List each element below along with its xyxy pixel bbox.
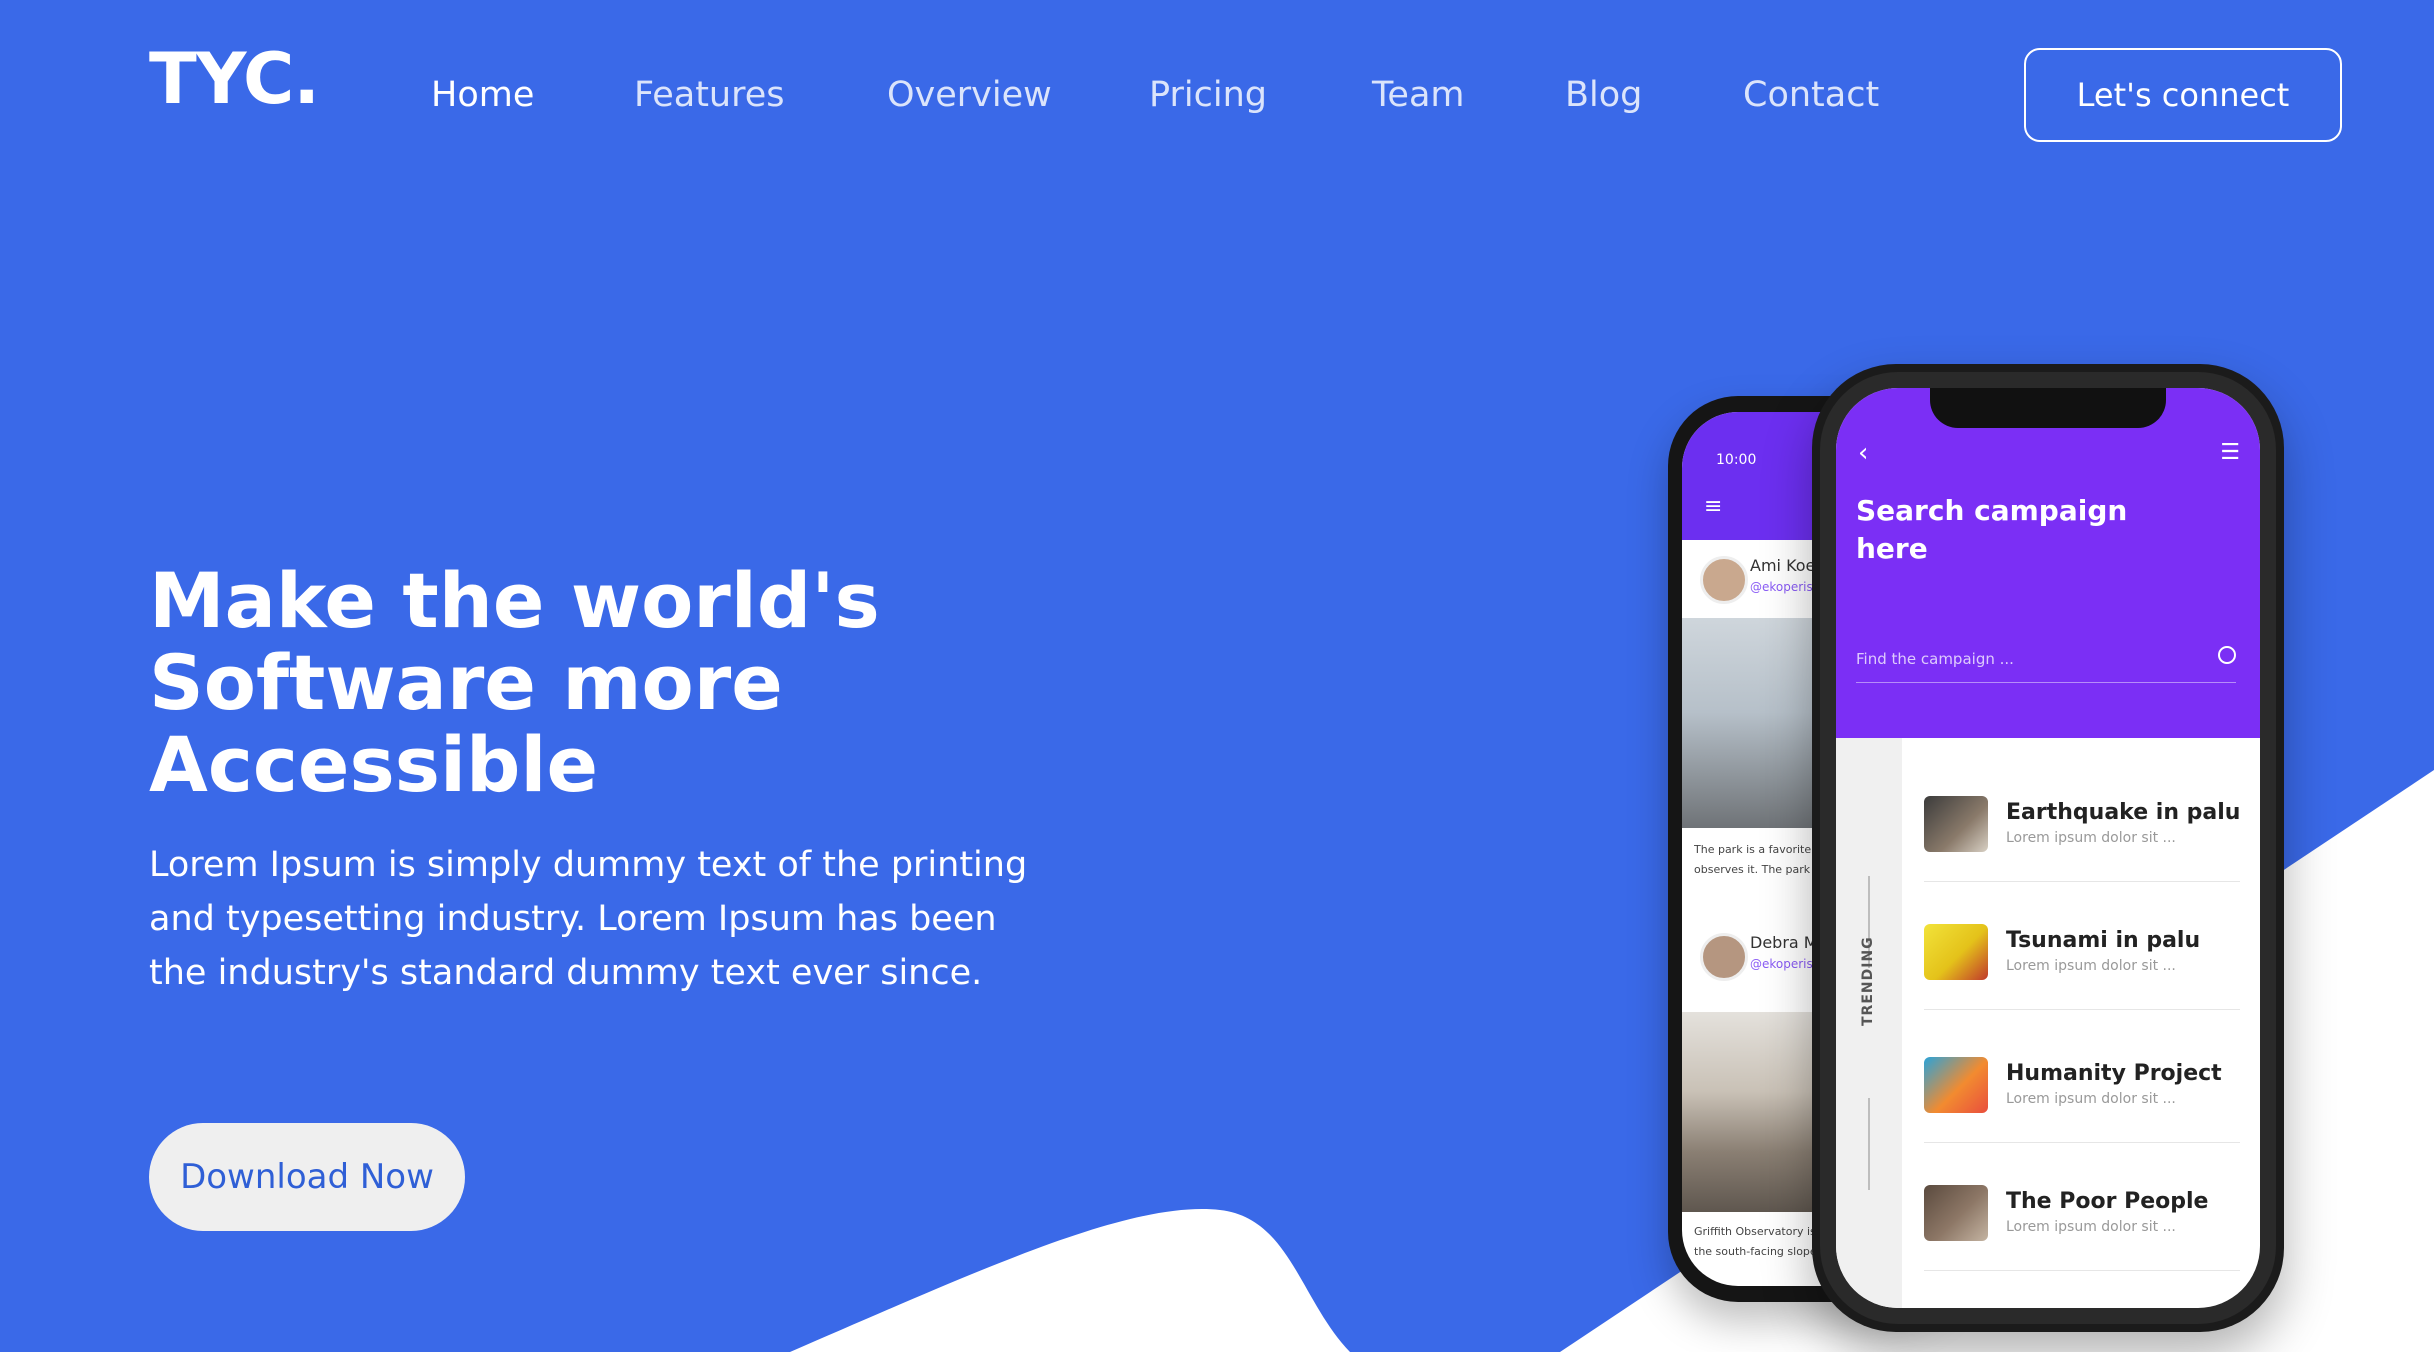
- campaign-subtitle: Lorem ipsum dolor sit ...: [2006, 1219, 2176, 1235]
- campaign-title: Humanity Project: [2006, 1061, 2222, 1086]
- post-caption: The park is a favorite among ska: [1694, 843, 1824, 856]
- campaign-title: Earthquake in palu: [2006, 800, 2241, 825]
- search-icon: [2218, 646, 2236, 664]
- campaign-list-item: The Poor People Lorem ipsum dolor sit ..…: [1924, 1167, 2240, 1271]
- post-handle: @ekoperish: [1750, 580, 1821, 594]
- search-placeholder: Find the campaign ...: [1856, 650, 2014, 668]
- campaign-thumbnail: [1924, 796, 1988, 852]
- campaign-search-field: Find the campaign ...: [1856, 642, 2236, 683]
- list-divider: [1924, 1142, 2240, 1143]
- campaign-thumbnail: [1924, 924, 1988, 980]
- phone-notch: [1930, 388, 2166, 428]
- trending-label: TRENDING: [1860, 936, 1876, 1026]
- search-header: ‹ ☰ Search campaign here Find the campai…: [1836, 388, 2260, 738]
- nav-item-overview[interactable]: Overview: [887, 72, 1052, 118]
- campaign-thumbnail: [1924, 1057, 1988, 1113]
- nav-item-pricing[interactable]: Pricing: [1149, 72, 1267, 118]
- hamburger-icon: ≡: [1704, 494, 1723, 519]
- nav-item-team[interactable]: Team: [1372, 72, 1465, 118]
- status-time: 10:00: [1716, 452, 1757, 468]
- post-caption: Griffith Observatory is a facility in: [1694, 1225, 1824, 1238]
- campaign-subtitle: Lorem ipsum dolor sit ...: [2006, 1091, 2176, 1107]
- phone-front-screen: ‹ ☰ Search campaign here Find the campai…: [1836, 388, 2260, 1308]
- list-divider: [1924, 881, 2240, 882]
- hero-title: Make the world's Software more Accessibl…: [149, 556, 880, 809]
- nav-item-contact[interactable]: Contact: [1743, 72, 1879, 118]
- campaign-list-item: Earthquake in palu Lorem ipsum dolor sit…: [1924, 778, 2240, 882]
- post-handle: @ekoperish: [1750, 957, 1821, 971]
- landing-page: TYC. Home Features Overview Pricing Team…: [0, 0, 2434, 1352]
- campaign-title: Tsunami in palu: [2006, 928, 2201, 953]
- nav-item-features[interactable]: Features: [634, 72, 785, 118]
- avatar: [1700, 933, 1748, 981]
- list-divider: [1924, 1270, 2240, 1271]
- nav-item-home[interactable]: Home: [431, 72, 534, 118]
- campaign-list-item: Tsunami in palu Lorem ipsum dolor sit ..…: [1924, 906, 2240, 1010]
- search-title: Search campaign here: [1856, 494, 2128, 565]
- phone-mockup-front: ‹ ☰ Search campaign here Find the campai…: [1812, 364, 2284, 1332]
- post-caption: observes it. The park is comple: [1694, 863, 1824, 876]
- avatar: [1700, 556, 1748, 604]
- campaign-subtitle: Lorem ipsum dolor sit ...: [2006, 830, 2176, 846]
- sidebar-divider: [1868, 1098, 1870, 1190]
- campaign-thumbnail: [1924, 1185, 1988, 1241]
- campaign-title: The Poor People: [2006, 1189, 2209, 1214]
- brand-logo[interactable]: TYC.: [149, 44, 320, 114]
- post-caption: the south-facing slope of Mou: [1694, 1245, 1824, 1258]
- campaign-list-item: Humanity Project Lorem ipsum dolor sit .…: [1924, 1039, 2240, 1143]
- campaign-subtitle: Lorem ipsum dolor sit ...: [2006, 958, 2176, 974]
- list-divider: [1924, 1009, 2240, 1010]
- chevron-left-icon: ‹: [1858, 438, 1869, 468]
- download-now-button[interactable]: Download Now: [149, 1123, 465, 1231]
- nav-item-blog[interactable]: Blog: [1565, 72, 1642, 118]
- lets-connect-button[interactable]: Let's connect: [2024, 48, 2342, 142]
- sliders-icon: ☰: [2220, 440, 2240, 465]
- hero-subtitle: Lorem Ipsum is simply dummy text of the …: [149, 845, 1028, 993]
